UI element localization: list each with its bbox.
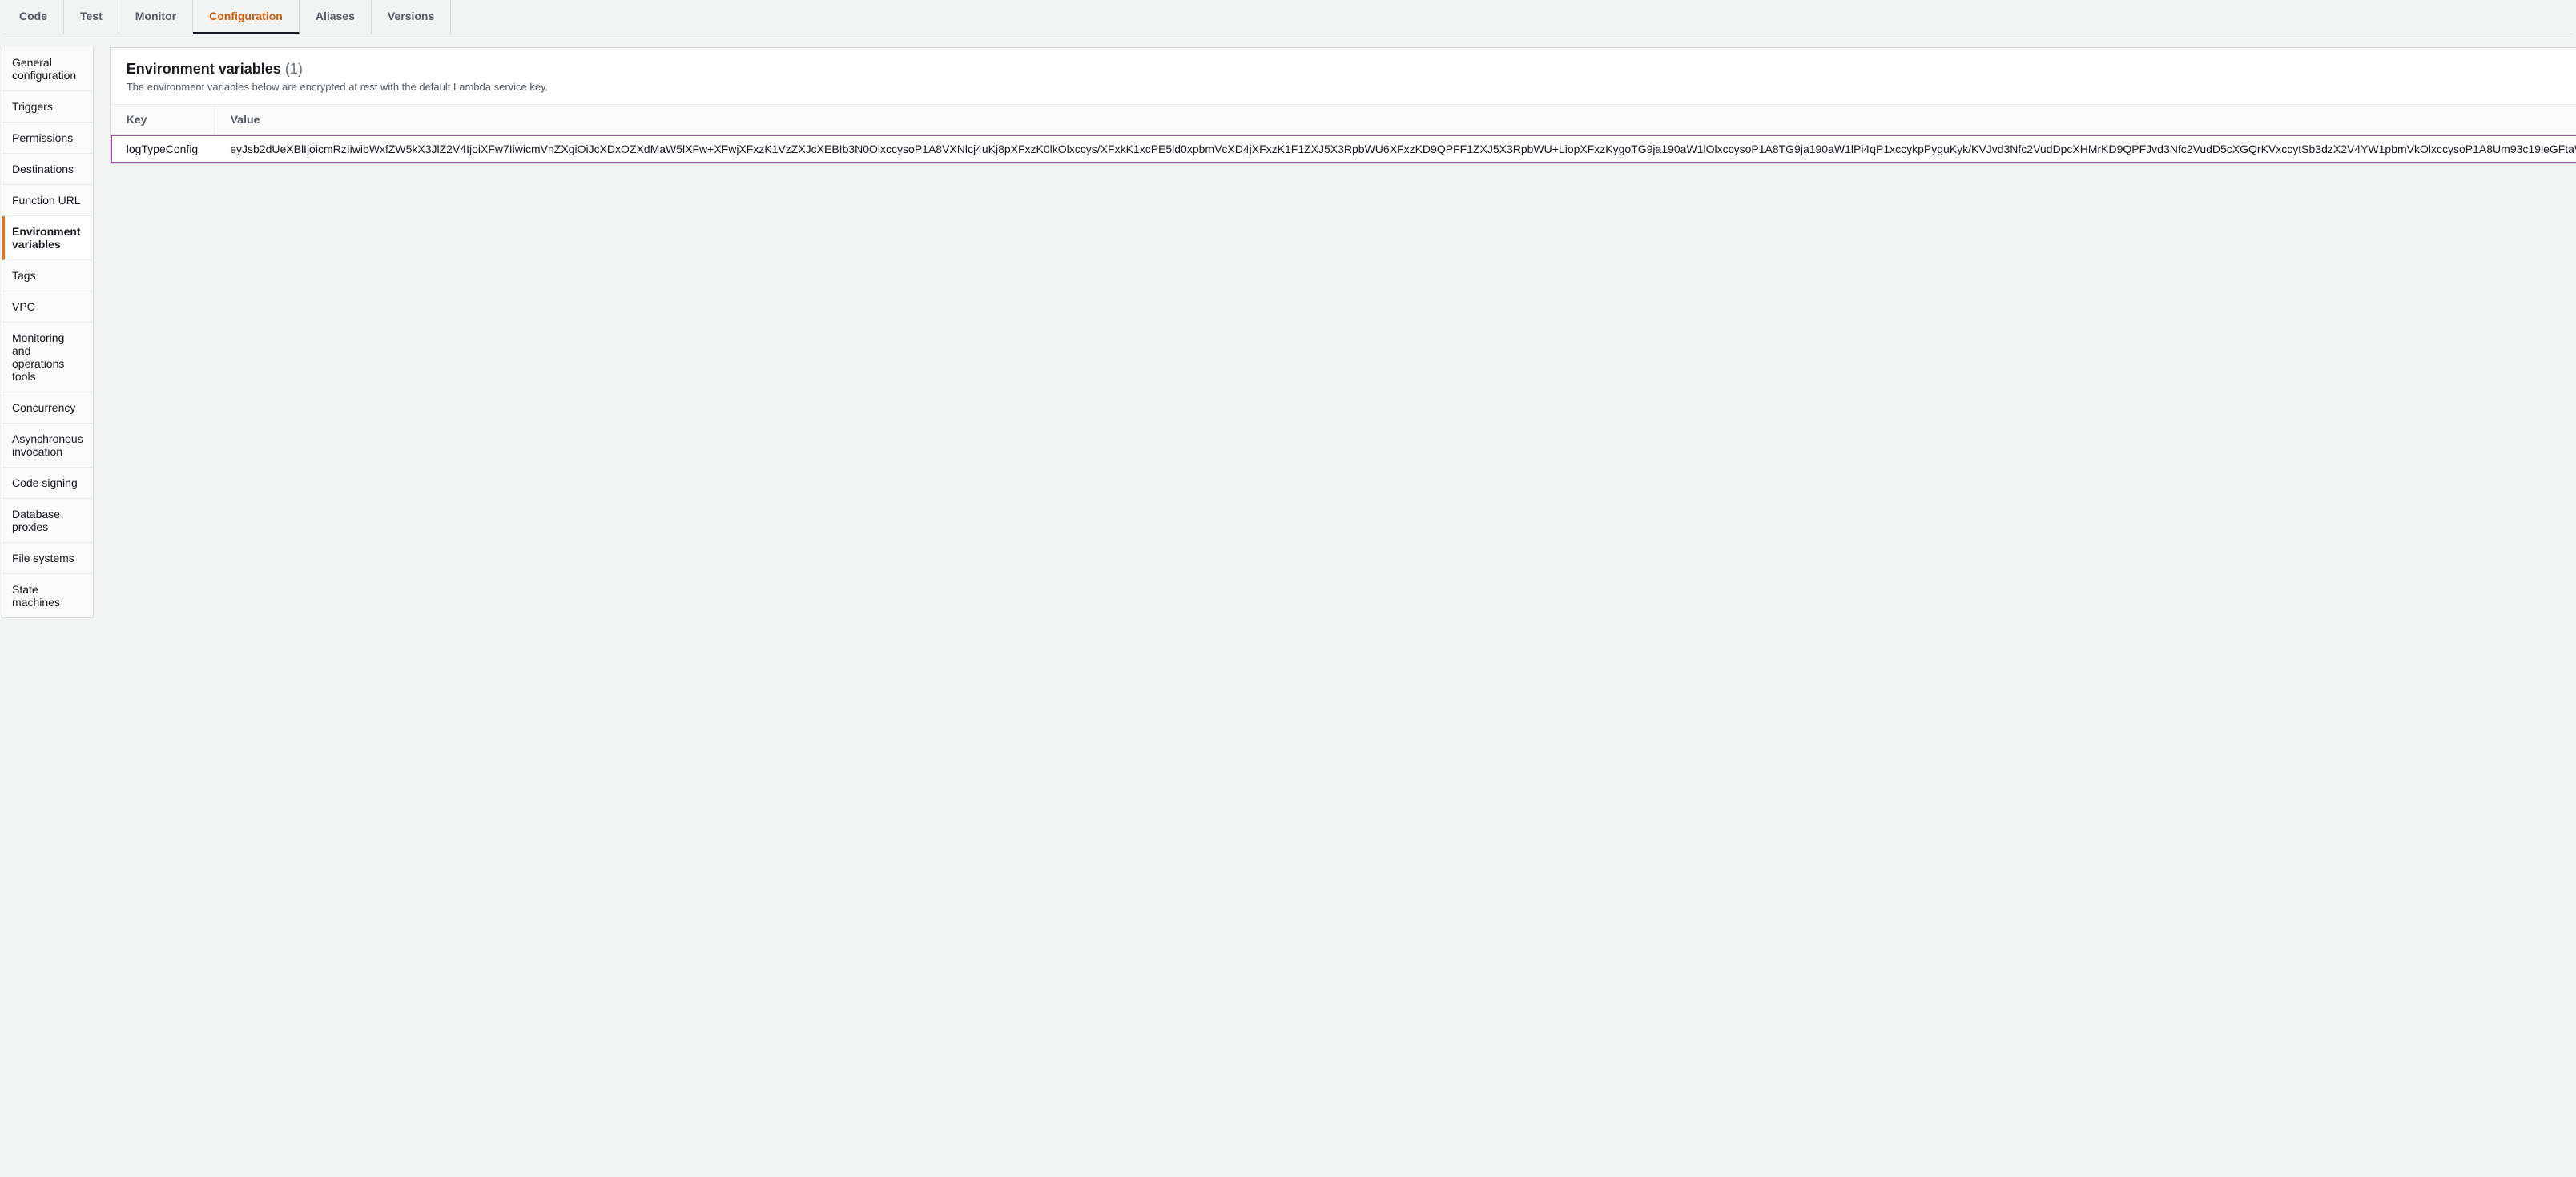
sidebar-item-vpc[interactable]: VPC: [2, 291, 93, 323]
environment-variables-panel: Environment variables (1) The environmen…: [110, 47, 2576, 164]
env-table-wrapper: Key Value logTypeConfig eyJsb2dUeXBlIjoi…: [111, 104, 2576, 163]
sidebar-item-code-signing[interactable]: Code signing: [2, 468, 93, 499]
sidebar-item-asynchronous-invocation[interactable]: Asynchronous invocation: [2, 424, 93, 468]
env-value-cell: eyJsb2dUeXBlIjoicmRzIiwibWxfZW5kX3JlZ2V4…: [214, 135, 2576, 164]
column-header-value[interactable]: Value: [214, 105, 2576, 135]
env-key-cell: logTypeConfig: [111, 135, 215, 164]
tab-code[interactable]: Code: [3, 0, 64, 34]
sidebar-item-permissions[interactable]: Permissions: [2, 123, 93, 154]
sidebar-item-triggers[interactable]: Triggers: [2, 91, 93, 123]
sidebar-item-state-machines[interactable]: State machines: [2, 574, 93, 617]
panel-title: Environment variables (1): [127, 61, 549, 78]
tab-configuration[interactable]: Configuration: [193, 0, 300, 34]
panel-count: (1): [285, 61, 303, 77]
configuration-sidebar: General configuration Triggers Permissio…: [2, 47, 94, 618]
panel-header: Environment variables (1) The environmen…: [111, 48, 2576, 104]
panel-subtitle: The environment variables below are encr…: [127, 81, 549, 93]
content-area: Environment variables (1) The environmen…: [110, 34, 2576, 618]
sidebar-item-general-configuration[interactable]: General configuration: [2, 47, 93, 91]
column-header-key[interactable]: Key: [111, 105, 215, 135]
tabs-bar: Code Test Monitor Configuration Aliases …: [0, 0, 2576, 34]
sidebar-item-environment-variables[interactable]: Environment variables: [2, 216, 93, 260]
sidebar-item-destinations[interactable]: Destinations: [2, 154, 93, 185]
main-layout: General configuration Triggers Permissio…: [0, 34, 2576, 618]
tab-monitor[interactable]: Monitor: [119, 0, 193, 34]
sidebar-item-tags[interactable]: Tags: [2, 260, 93, 291]
sidebar-item-file-systems[interactable]: File systems: [2, 543, 93, 574]
tabs: Code Test Monitor Configuration Aliases …: [3, 0, 2573, 34]
env-table: Key Value logTypeConfig eyJsb2dUeXBlIjoi…: [111, 105, 2576, 163]
tab-aliases[interactable]: Aliases: [300, 0, 372, 34]
tab-versions[interactable]: Versions: [372, 0, 451, 34]
tab-test[interactable]: Test: [64, 0, 119, 34]
table-row[interactable]: logTypeConfig eyJsb2dUeXBlIjoicmRzIiwibW…: [111, 135, 2576, 164]
sidebar-item-concurrency[interactable]: Concurrency: [2, 392, 93, 424]
panel-title-row: Environment variables (1) The environmen…: [127, 61, 549, 93]
panel-title-text: Environment variables: [127, 61, 281, 77]
sidebar-item-function-url[interactable]: Function URL: [2, 185, 93, 216]
sidebar-item-database-proxies[interactable]: Database proxies: [2, 499, 93, 543]
table-header-row: Key Value: [111, 105, 2576, 135]
sidebar-item-monitoring-tools[interactable]: Monitoring and operations tools: [2, 323, 93, 392]
